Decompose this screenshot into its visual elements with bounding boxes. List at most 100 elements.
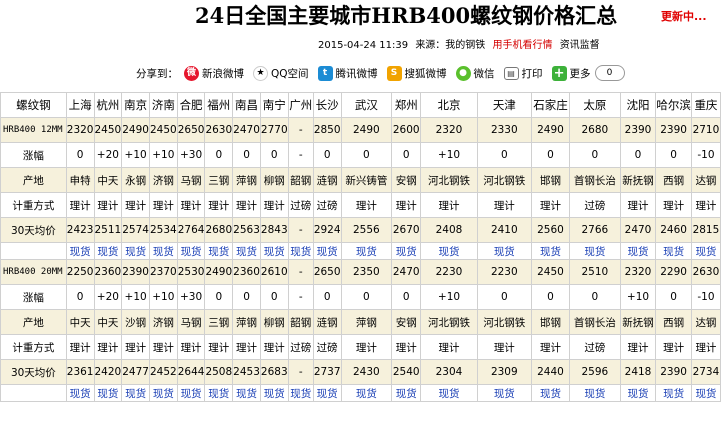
spot-link[interactable]: 现货 (153, 246, 174, 258)
spot-link[interactable]: 现货 (290, 246, 311, 258)
spot-link[interactable]: 现货 (356, 388, 377, 400)
wechat-icon: ● (455, 65, 471, 81)
spot-link[interactable]: 现货 (494, 388, 515, 400)
cell: 0 (655, 284, 692, 310)
cell: 2534 (148, 217, 178, 243)
share-sohu-weibo[interactable]: S 搜狐微博 (386, 65, 447, 81)
cell: 0 (340, 284, 393, 310)
cell: 理计 (340, 192, 393, 218)
cell: 0 (204, 142, 234, 168)
mobile-link[interactable]: 用手机看行情 (493, 40, 553, 51)
spot-link[interactable]: 现货 (438, 246, 459, 258)
supervision-link[interactable]: 资讯监督 (560, 40, 600, 51)
spot-link[interactable]: 现货 (438, 388, 459, 400)
cell: 理计 (476, 192, 532, 218)
spot-link[interactable]: 现货 (264, 246, 285, 258)
share-more[interactable]: + 更多 0 (551, 65, 625, 81)
cell: 0 (476, 284, 532, 310)
cell: 首钢长治 (569, 309, 621, 335)
cell: 2670 (391, 217, 422, 243)
spot-link[interactable]: 现货 (208, 246, 229, 258)
cell: - (287, 217, 314, 243)
link-cell: 现货 (93, 384, 123, 402)
cell: 2490 (340, 117, 393, 143)
share-item-label: 微信 (473, 67, 495, 80)
spot-link[interactable]: 现货 (125, 246, 146, 258)
cell: 韶钢 (287, 167, 314, 193)
spot-link[interactable]: 现货 (663, 246, 684, 258)
spot-link[interactable]: 现货 (317, 246, 338, 258)
spot-link[interactable]: 现货 (540, 246, 561, 258)
share-sina-weibo[interactable]: 微新浪微博 (184, 65, 244, 81)
header-city: 广州 (287, 92, 314, 118)
share-label: 分享到： (136, 67, 178, 80)
spot-link[interactable]: 现货 (125, 388, 146, 400)
share-item-label: 新浪微博 (202, 67, 244, 80)
spot-link[interactable]: 现货 (70, 388, 91, 400)
spot-link[interactable]: 现货 (584, 388, 605, 400)
cell: 首钢长治 (569, 167, 621, 193)
share-tencent-weibo[interactable]: t 腾讯微博 (317, 65, 378, 81)
spot-link[interactable]: 现货 (396, 388, 417, 400)
updating-status: 更新中... (661, 10, 707, 23)
cell: 萍钢 (232, 309, 261, 335)
spot-link[interactable]: 现货 (181, 246, 202, 258)
spot-link[interactable]: 现货 (628, 388, 649, 400)
link-cell: 现货 (340, 242, 393, 260)
cell: 2320 (619, 259, 657, 285)
header-city: 南昌 (232, 92, 261, 118)
spot-link[interactable]: 现货 (97, 388, 118, 400)
cell: 2924 (312, 217, 342, 243)
print-button[interactable]: ▤ 打印 (503, 66, 543, 81)
spot-link[interactable]: 现货 (584, 246, 605, 258)
cell: -10 (690, 142, 721, 168)
spot-link[interactable]: 现货 (70, 246, 91, 258)
cell: 2470 (232, 117, 261, 143)
spot-link[interactable]: 现货 (628, 246, 649, 258)
share-wechat[interactable]: ● 微信 (455, 65, 495, 81)
spot-link[interactable]: 现货 (290, 388, 311, 400)
spot-link[interactable]: 现货 (356, 246, 377, 258)
spot-link[interactable]: 现货 (264, 388, 285, 400)
spot-link[interactable]: 现货 (695, 246, 716, 258)
spot-link[interactable]: 现货 (153, 388, 174, 400)
cell: 理计 (391, 334, 422, 360)
weighing-row: 计重方式 理计 理计 理计 理计 理计 理计 理计 理计 过磅 过磅 理计 理计 理计 理计 理计 过磅 理计 理计… (0, 334, 721, 360)
cell: 过磅 (287, 192, 314, 218)
cell: - (287, 284, 314, 310)
spot-link[interactable]: 现货 (208, 388, 229, 400)
cell: 2650 (312, 259, 342, 285)
cell: 2770 (259, 117, 289, 143)
spot-link[interactable]: 现货 (663, 388, 684, 400)
cell: 0 (655, 142, 692, 168)
header-city: 合肥 (176, 92, 206, 118)
cell: 2390 (619, 117, 657, 143)
cell: +10 (121, 142, 150, 168)
link-cell: 现货 (420, 384, 478, 402)
link-cell: 现货 (204, 242, 234, 260)
link-cell: 现货 (340, 384, 393, 402)
spot-link[interactable]: 现货 (494, 246, 515, 258)
cell: 2230 (420, 259, 478, 285)
spot-link[interactable]: 现货 (317, 388, 338, 400)
cell: 2490 (530, 117, 571, 143)
spot-link[interactable]: 现货 (97, 246, 118, 258)
spot-link[interactable]: 现货 (396, 246, 417, 258)
header-city: 长沙 (312, 92, 342, 118)
spot-link[interactable]: 现货 (181, 388, 202, 400)
cell: +10 (148, 142, 178, 168)
spot-link[interactable]: 现货 (236, 388, 257, 400)
link-cell: 现货 (690, 384, 721, 402)
share-item-label: 更多 (569, 67, 591, 80)
spot-link[interactable]: 现货 (236, 246, 257, 258)
share-qq-zone[interactable]: ★ QQ空间 (253, 65, 309, 81)
link-cell: 现货 (619, 242, 657, 260)
cell: 三钢 (204, 167, 234, 193)
link-cell: 现货 (121, 242, 150, 260)
cell: 理计 (176, 192, 206, 218)
link-cell: 现货 (312, 384, 342, 402)
spot-link[interactable]: 现货 (540, 388, 561, 400)
spot-link[interactable]: 现货 (695, 388, 716, 400)
qq-zone-icon: ★ (253, 65, 268, 81)
link-cell: 现货 (287, 384, 314, 402)
